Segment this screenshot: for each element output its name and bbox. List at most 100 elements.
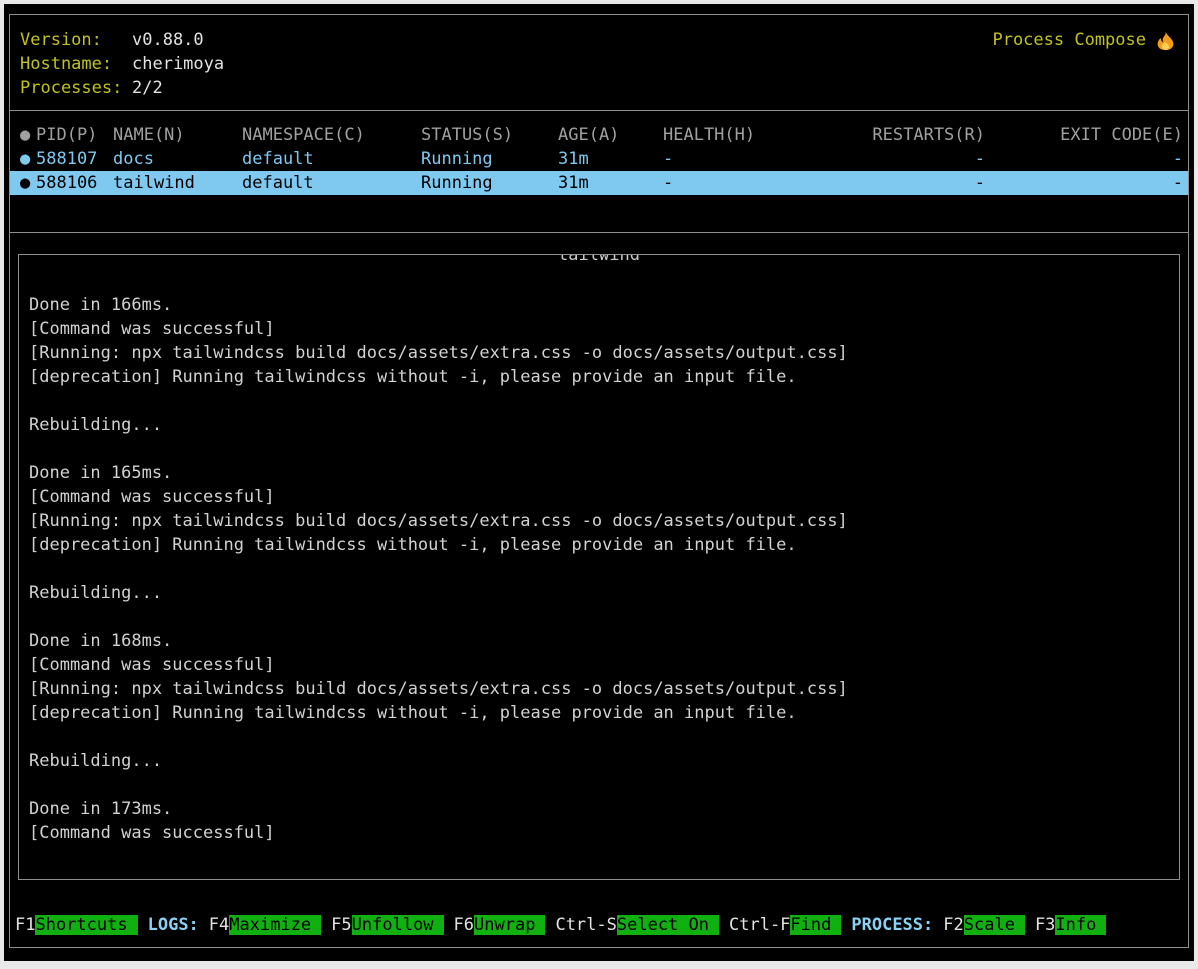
shortcut-label: Maximize (229, 915, 321, 935)
shortcut-key: F1 (15, 915, 35, 935)
column-age: AGE(A) (558, 123, 663, 147)
cell-namespace: default (242, 171, 421, 195)
log-line (29, 605, 1169, 629)
cell-pid: 588106 (36, 171, 113, 195)
bullet-icon: ● (20, 123, 36, 147)
terminal-window: Version: v0.88.0 Hostname: cherimoya Pro… (4, 4, 1194, 961)
shortcut-key: Ctrl-S (555, 915, 616, 935)
shortcut-f5-unfollow[interactable]: F5Unfollow (331, 913, 443, 937)
log-line: [Running: npx tailwindcss build docs/ass… (29, 677, 1169, 701)
log-line: [deprecation] Running tailwindcss withou… (29, 533, 1169, 557)
shortcut-key: F4 (209, 915, 229, 935)
column-exit-code: EXIT CODE(E) (985, 123, 1188, 147)
cell-health: - (663, 147, 863, 171)
log-line: [Command was successful] (29, 821, 1169, 845)
log-line: [deprecation] Running tailwindcss withou… (29, 365, 1169, 389)
hostname-value: cherimoya (132, 52, 224, 76)
shortcut-label: Unfollow (352, 915, 444, 935)
log-line: Done in 165ms. (29, 461, 1169, 485)
shortcut-label: Scale (964, 915, 1025, 935)
hostname-row: Hostname: cherimoya (20, 52, 224, 76)
cell-name: docs (113, 147, 242, 171)
shortcut-bar: F1Shortcuts LOGS: F4Maximize F5Unfollow … (10, 903, 1188, 947)
log-line: Done in 173ms. (29, 797, 1169, 821)
log-line: Rebuilding... (29, 413, 1169, 437)
app-title-text: Process Compose (992, 28, 1146, 52)
shortcut-label: Find (790, 915, 841, 935)
shortcut-key: F6 (454, 915, 474, 935)
log-line (29, 725, 1169, 749)
version-value: v0.88.0 (132, 28, 204, 52)
shortcut-key: F3 (1035, 915, 1055, 935)
log-panel-title: tailwind (558, 254, 640, 267)
log-line (29, 269, 1169, 293)
process-row-docs[interactable]: ● 588107 docs default Running 31m - - - (10, 147, 1188, 171)
shortcut-label: Select On (617, 915, 719, 935)
shortcut-key: Ctrl-F (729, 915, 790, 935)
column-health: HEALTH(H) (663, 123, 863, 147)
status-bullet-icon: ● (20, 171, 36, 195)
shortcut-f3-info[interactable]: F3Info (1035, 913, 1106, 937)
cell-age: 31m (558, 171, 663, 195)
shortcut-f4-maximize[interactable]: F4Maximize (209, 913, 321, 937)
cell-status: Running (421, 171, 558, 195)
column-pid: PID(P) (36, 123, 113, 147)
column-namespace: NAMESPACE(C) (242, 123, 421, 147)
shortcut-label: Info (1055, 915, 1106, 935)
cell-exit-code: - (985, 171, 1188, 195)
shortcut-f2-scale[interactable]: F2Scale (943, 913, 1025, 937)
table-header-row: ● PID(P) NAME(N) NAMESPACE(C) STATUS(S) … (10, 123, 1188, 147)
cell-health: - (663, 171, 863, 195)
shortcut-key: F2 (943, 915, 963, 935)
shortcut-ctrl-s-select[interactable]: Ctrl-SSelect On (555, 913, 719, 937)
process-compose-app: Version: v0.88.0 Hostname: cherimoya Pro… (9, 14, 1189, 948)
log-line: Rebuilding... (29, 749, 1169, 773)
shortcut-key: F5 (331, 915, 351, 935)
log-panel[interactable]: tailwind Done in 166ms. [Command was suc… (18, 254, 1180, 880)
shortcut-label: Unwrap (474, 915, 545, 935)
shortcut-ctrl-f-find[interactable]: Ctrl-FFind (729, 913, 841, 937)
cell-namespace: default (242, 147, 421, 171)
column-restarts: RESTARTS(R) (863, 123, 985, 147)
log-line: [Running: npx tailwindcss build docs/ass… (29, 509, 1169, 533)
column-name: NAME(N) (113, 123, 242, 147)
log-lines: Done in 166ms. [Command was successful] … (29, 269, 1169, 845)
fire-icon (1155, 30, 1176, 51)
log-line (29, 437, 1169, 461)
log-line: [Command was successful] (29, 653, 1169, 677)
shortcut-f6-unwrap[interactable]: F6Unwrap (454, 913, 546, 937)
log-line: [deprecation] Running tailwindcss withou… (29, 701, 1169, 725)
log-line (29, 773, 1169, 797)
footer-section-logs: LOGS: (148, 913, 199, 937)
log-line: [Command was successful] (29, 317, 1169, 341)
app-title: Process Compose (992, 28, 1176, 52)
version-label: Version: (20, 28, 132, 52)
hostname-label: Hostname: (20, 52, 132, 76)
cell-restarts: - (863, 171, 985, 195)
footer-section-process: PROCESS: (851, 913, 933, 937)
processes-label: Processes: (20, 76, 132, 100)
process-row-tailwind[interactable]: ● 588106 tailwind default Running 31m - … (10, 171, 1188, 195)
log-line: [Command was successful] (29, 485, 1169, 509)
version-row: Version: v0.88.0 (20, 28, 224, 52)
log-line: Done in 168ms. (29, 629, 1169, 653)
log-line (29, 557, 1169, 581)
shortcut-label: Shortcuts (35, 915, 137, 935)
cell-restarts: - (863, 147, 985, 171)
log-section: tailwind Done in 166ms. [Command was suc… (10, 233, 1188, 903)
processes-row: Processes: 2/2 (20, 76, 224, 100)
cell-exit-code: - (985, 147, 1188, 171)
process-table: ● PID(P) NAME(N) NAMESPACE(C) STATUS(S) … (10, 111, 1188, 233)
cell-pid: 588107 (36, 147, 113, 171)
cell-name: tailwind (113, 171, 242, 195)
log-line: Done in 166ms. (29, 293, 1169, 317)
log-line: Rebuilding... (29, 581, 1169, 605)
cell-status: Running (421, 147, 558, 171)
header-section: Version: v0.88.0 Hostname: cherimoya Pro… (10, 15, 1188, 111)
column-status: STATUS(S) (421, 123, 558, 147)
log-line (29, 389, 1169, 413)
processes-value: 2/2 (132, 76, 163, 100)
log-line: [Running: npx tailwindcss build docs/ass… (29, 341, 1169, 365)
shortcut-f1-shortcuts[interactable]: F1Shortcuts (15, 913, 138, 937)
system-info: Version: v0.88.0 Hostname: cherimoya Pro… (20, 28, 224, 100)
